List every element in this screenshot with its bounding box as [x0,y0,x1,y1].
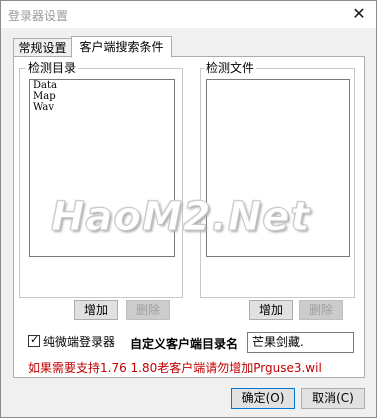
pure-micro-client-label[interactable]: 纯微端登录器 [43,335,115,349]
custom-dir-input[interactable]: 芒果剑藏. [247,332,354,353]
detect-dir-add-button[interactable]: 增加 [74,300,118,320]
tab-client-search-conditions[interactable]: 客户端搜索条件 [71,36,172,58]
watermark: HaoM2.Net [51,194,311,241]
detect-file-label: 检测文件 [204,61,257,75]
detect-file-add-button[interactable]: 增加 [249,300,293,320]
check-icon: ✓ [30,333,40,346]
cancel-button[interactable]: 取消(C) [301,388,365,409]
detect-dir-label: 检测目录 [26,61,79,75]
close-icon[interactable]: ✕ [349,4,369,24]
window-title: 登录器设置 [8,9,69,23]
tab-general-settings[interactable]: 常规设置 [13,38,72,57]
title-bar: 登录器设置 ✕ [1,1,376,28]
list-item[interactable]: Data [30,80,174,91]
detect-dir-group: 检测目录 Data Map Wav 增加 删除 [19,61,183,320]
settings-dialog: 登录器设置 ✕ 常规设置 客户端搜索条件 检测目录 Data Map Wav 增… [0,0,377,418]
custom-dir-label: 自定义客户端目录名 [130,337,239,351]
pure-micro-client-checkbox[interactable]: ✓ [28,333,40,347]
list-item[interactable]: Map [30,91,174,102]
detect-dir-delete-button[interactable]: 删除 [126,300,170,320]
detect-file-delete-button[interactable]: 删除 [299,300,343,320]
compatibility-hint: 如果需要支持1.76 1.80老客户端请勿增加Prguse3.wil [28,361,322,375]
list-item[interactable]: Wav [30,102,174,113]
ok-button[interactable]: 确定(O) [231,388,295,409]
detect-file-group: 检测文件 增加 删除 [200,61,355,320]
